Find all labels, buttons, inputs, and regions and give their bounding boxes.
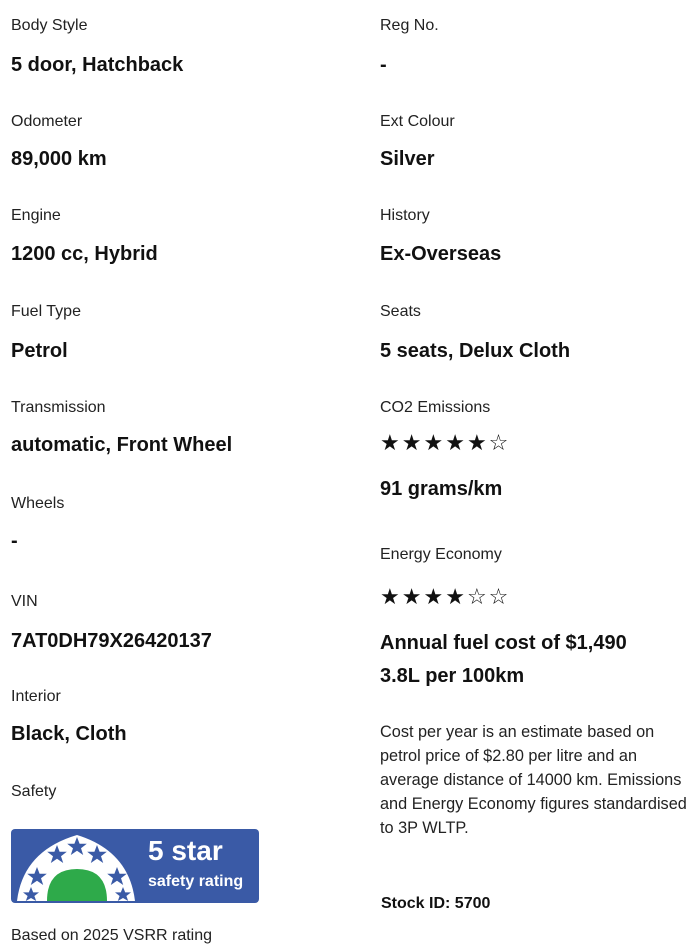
- transmission-label: Transmission: [11, 399, 106, 416]
- annual-fuel-cost: Annual fuel cost of $1,490: [380, 632, 627, 654]
- reg-no-label: Reg No.: [380, 17, 439, 34]
- seats-label: Seats: [380, 303, 421, 320]
- body-style-value: 5 door, Hatchback: [11, 54, 184, 76]
- engine-label: Engine: [11, 207, 61, 224]
- fuel-type-label: Fuel Type: [11, 303, 81, 320]
- energy-label: Energy Economy: [380, 546, 502, 563]
- co2-value: 91 grams/km: [380, 478, 503, 500]
- stock-id: Stock ID: 5700: [381, 895, 491, 912]
- star-filled-icon: ★: [401, 430, 424, 455]
- star-filled-icon: ★: [401, 584, 424, 609]
- transmission-value: automatic, Front Wheel: [11, 434, 233, 456]
- star-empty-icon: ☆: [488, 584, 511, 609]
- ext-colour-value: Silver: [380, 148, 435, 170]
- co2-label: CO2 Emissions: [380, 399, 491, 416]
- star-filled-icon: ★: [445, 584, 467, 609]
- fuel-consumption: 3.8L per 100km: [380, 665, 525, 687]
- star-empty-icon: ☆: [466, 584, 489, 609]
- history-label: History: [380, 207, 430, 224]
- badge-caption: safety rating: [148, 873, 244, 890]
- seats-value: 5 seats, Delux Cloth: [380, 340, 571, 362]
- energy-star-rating: ★★★★☆☆: [380, 584, 510, 610]
- vin-label: VIN: [11, 593, 38, 610]
- odometer-value: 89,000 km: [11, 148, 107, 170]
- fuel-cost-note: Cost per year is an estimate based on pe…: [380, 723, 687, 837]
- co2-star-rating: ★★★★★☆: [380, 430, 510, 456]
- ext-colour-label: Ext Colour: [380, 113, 455, 130]
- safety-stars-arc-icon: [17, 835, 135, 901]
- engine-value: 1200 cc, Hybrid: [11, 243, 158, 265]
- history-value: Ex-Overseas: [380, 243, 502, 265]
- fuel-type-value: Petrol: [11, 340, 68, 362]
- vin-value: 7AT0DH79X26420137: [11, 630, 212, 652]
- star-filled-icon: ★: [380, 430, 402, 455]
- star-filled-icon: ★: [380, 584, 402, 609]
- safety-footnote: Based on 2025 VSRR rating: [11, 927, 213, 944]
- star-filled-icon: ★: [423, 584, 446, 609]
- reg-no-value: -: [380, 54, 387, 76]
- star-empty-icon: ☆: [488, 430, 511, 455]
- safety-rating-badge: 5 star safety rating: [11, 829, 259, 903]
- badge-star-count: 5 star: [148, 835, 223, 866]
- star-filled-icon: ★: [466, 430, 489, 455]
- safety-label: Safety: [11, 783, 57, 800]
- interior-value: Black, Cloth: [11, 723, 127, 745]
- star-filled-icon: ★: [423, 430, 446, 455]
- wheels-label: Wheels: [11, 495, 65, 512]
- wheels-value: -: [11, 530, 18, 552]
- interior-label: Interior: [11, 688, 61, 705]
- odometer-label: Odometer: [11, 113, 83, 130]
- star-filled-icon: ★: [445, 430, 467, 455]
- body-style-label: Body Style: [11, 17, 88, 34]
